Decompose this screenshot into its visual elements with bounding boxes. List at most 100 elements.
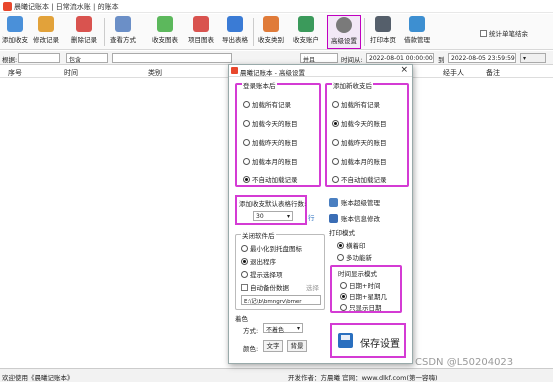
accounts-button[interactable]: 收支账户 [291, 15, 321, 49]
coloring-mode-select[interactable]: 不着色 ▾ [263, 323, 303, 334]
delete-record-button[interactable]: 删除记录 [70, 15, 98, 49]
filter-mode-select[interactable]: 包含 [66, 53, 108, 64]
window-title: 晨曦记账本 | 日常流水账 | 的账本 [14, 3, 119, 11]
income-chart-button[interactable]: 收支图表 [150, 15, 180, 49]
close-option-exit[interactable]: 退出程序 [241, 256, 276, 266]
column-header-category[interactable]: 类别 [148, 68, 162, 78]
radio-selected-icon [241, 258, 248, 265]
login-option-today[interactable]: 加载今天的账目 [243, 118, 298, 128]
print-option-landscape[interactable]: 横着印 [337, 240, 366, 250]
export-table-button[interactable]: 导出表格 [220, 15, 250, 49]
timefmt-group-title: 时间显示模式 [338, 270, 377, 278]
account-super-admin-link[interactable]: 账本超级管理 [329, 197, 380, 207]
floppy-disk-icon [338, 333, 353, 348]
stat-balance-checkbox[interactable]: 统计单笔结余 [480, 28, 528, 38]
radio-icon [243, 139, 250, 146]
item-chart-button[interactable]: 项目图表 [186, 15, 216, 49]
time-to-label: 到 [438, 56, 445, 64]
time-from-input[interactable]: 2022-08-01 00:00:00 [366, 53, 434, 63]
column-header-remark[interactable]: 备注 [486, 68, 500, 78]
close-icon[interactable]: × [400, 65, 408, 75]
radio-icon [332, 139, 339, 146]
chevron-down-icon: ▾ [286, 213, 290, 220]
print-option-multi[interactable]: 多功能新 [337, 252, 372, 262]
save-settings-button[interactable]: 保存设置 [330, 323, 406, 358]
login-group-title: 登录账本后 [242, 80, 277, 90]
accounts-icon [298, 16, 314, 32]
filter-logic-select[interactable]: 并且 [300, 53, 338, 64]
column-header-index[interactable]: 序号 [8, 68, 22, 78]
backup-select-button[interactable]: 选择 [306, 282, 319, 292]
time-to-input[interactable]: 2022-08-05 23:59:59 [448, 53, 516, 63]
dialog-app-icon [231, 67, 238, 74]
filter-field-select[interactable] [18, 53, 60, 63]
add-option-yesterday[interactable]: 加载昨天的账目 [332, 137, 387, 147]
add-record-button[interactable]: 添加收支 [2, 15, 28, 49]
main-toolbar: 添加收支 修改记录 删除记录 查看方式 收支图表 项目图表 导出表格 收支类别 … [0, 14, 553, 50]
backup-path-field[interactable]: E:\记\b\bmngrv\bmer [241, 295, 321, 305]
default-rows-select[interactable]: 30 ▾ [253, 211, 293, 221]
edit-icon [38, 16, 54, 32]
radio-selected-icon [243, 176, 250, 183]
timefmt-option-weekday[interactable]: 日期+星期几 [340, 291, 387, 301]
account-info-edit-link[interactable]: 账本信息修改 [329, 213, 380, 223]
login-option-all[interactable]: 加载所有记录 [243, 99, 291, 109]
column-header-time[interactable]: 时间 [64, 68, 78, 78]
filter-keyword-input[interactable] [112, 53, 232, 63]
dialog-title: 晨曦记账本 - 高级设置 [240, 69, 305, 77]
default-rows-label: 添加收支默认表格行数: [239, 200, 307, 208]
radio-selected-icon [332, 120, 339, 127]
coloring-color-label: 颜色: [243, 345, 259, 353]
add-group-title: 添加新收支后 [332, 80, 373, 90]
close-option-tray[interactable]: 最小化到托盘图标 [241, 243, 302, 253]
pie-chart-icon [193, 16, 209, 32]
filter-label: 根据: [2, 56, 18, 64]
status-bar: 欢迎使用《晨曦记账本》 开发作者：方晨曦 官网：www.dlkf.com(第一容… [0, 368, 553, 382]
column-header-handler[interactable]: 经手人 [443, 68, 464, 78]
people-icon [409, 16, 425, 32]
status-author: 开发作者：方晨曦 官网：www.dlkf.com(第一容嗨) [288, 374, 438, 382]
admin-icon [329, 198, 338, 207]
checkbox-box [480, 30, 487, 37]
text-color-button[interactable]: 文字 [263, 340, 283, 352]
print-mode-group: 打印模式 横着印 多功能新 [329, 229, 409, 262]
radio-icon [241, 271, 248, 278]
radio-selected-icon [340, 293, 347, 300]
add-option-today[interactable]: 加载今天的账目 [332, 118, 387, 128]
auto-backup-checkbox[interactable]: 自动备份数据 [241, 282, 289, 292]
background-color-button[interactable]: 背景 [287, 340, 307, 352]
time-from-label: 时间从: [341, 56, 363, 64]
checkbox-box [241, 284, 248, 291]
categories-icon [263, 16, 279, 32]
radio-icon [332, 176, 339, 183]
view-list-icon [115, 16, 131, 32]
calendar-dropdown-button[interactable]: ▾ [520, 53, 546, 63]
print-page-button[interactable]: 打印本页 [368, 15, 398, 49]
app-icon [3, 2, 12, 11]
add-option-none[interactable]: 不自动加载记录 [332, 174, 387, 184]
dialog-titlebar: 晨曦记账本 - 高级设置 × [229, 65, 412, 77]
coloring-group-title: 着色 [235, 315, 248, 323]
on-close-group: 关闭软件后 最小化到托盘图标 退出程序 提示选择项 自动备份数据 选择 E:\记… [235, 230, 325, 310]
bar-chart-icon [157, 16, 173, 32]
loan-management-button[interactable]: 借款管理 [402, 15, 432, 49]
add-option-month[interactable]: 加载本月的账目 [332, 156, 387, 166]
edit-record-button[interactable]: 修改记录 [32, 15, 60, 49]
login-option-none[interactable]: 不自动加载记录 [243, 174, 298, 184]
advanced-settings-button[interactable]: 高级设置 [327, 15, 361, 49]
login-option-month[interactable]: 加载本月的账目 [243, 156, 298, 166]
radio-icon [243, 101, 250, 108]
radio-icon [241, 245, 248, 252]
gear-icon [336, 17, 352, 33]
toolbar-separator [253, 18, 254, 46]
timefmt-option-datetime[interactable]: 日期+时间 [340, 280, 380, 290]
login-option-yesterday[interactable]: 加载昨天的账目 [243, 137, 298, 147]
coloring-mode-label: 方式: [243, 327, 259, 335]
chevron-down-icon: ▾ [296, 325, 300, 332]
close-option-ask[interactable]: 提示选择项 [241, 269, 283, 279]
view-mode-button[interactable]: 查看方式 [108, 15, 138, 49]
categories-button[interactable]: 收支类别 [256, 15, 286, 49]
add-option-all[interactable]: 加载所有记录 [332, 99, 380, 109]
timefmt-option-dateonly[interactable]: 只显示日期 [340, 302, 382, 312]
after-add-load-group: 添加新收支后 加载所有记录 加载今天的账目 加载昨天的账目 加载本月的账目 不自… [325, 80, 409, 187]
